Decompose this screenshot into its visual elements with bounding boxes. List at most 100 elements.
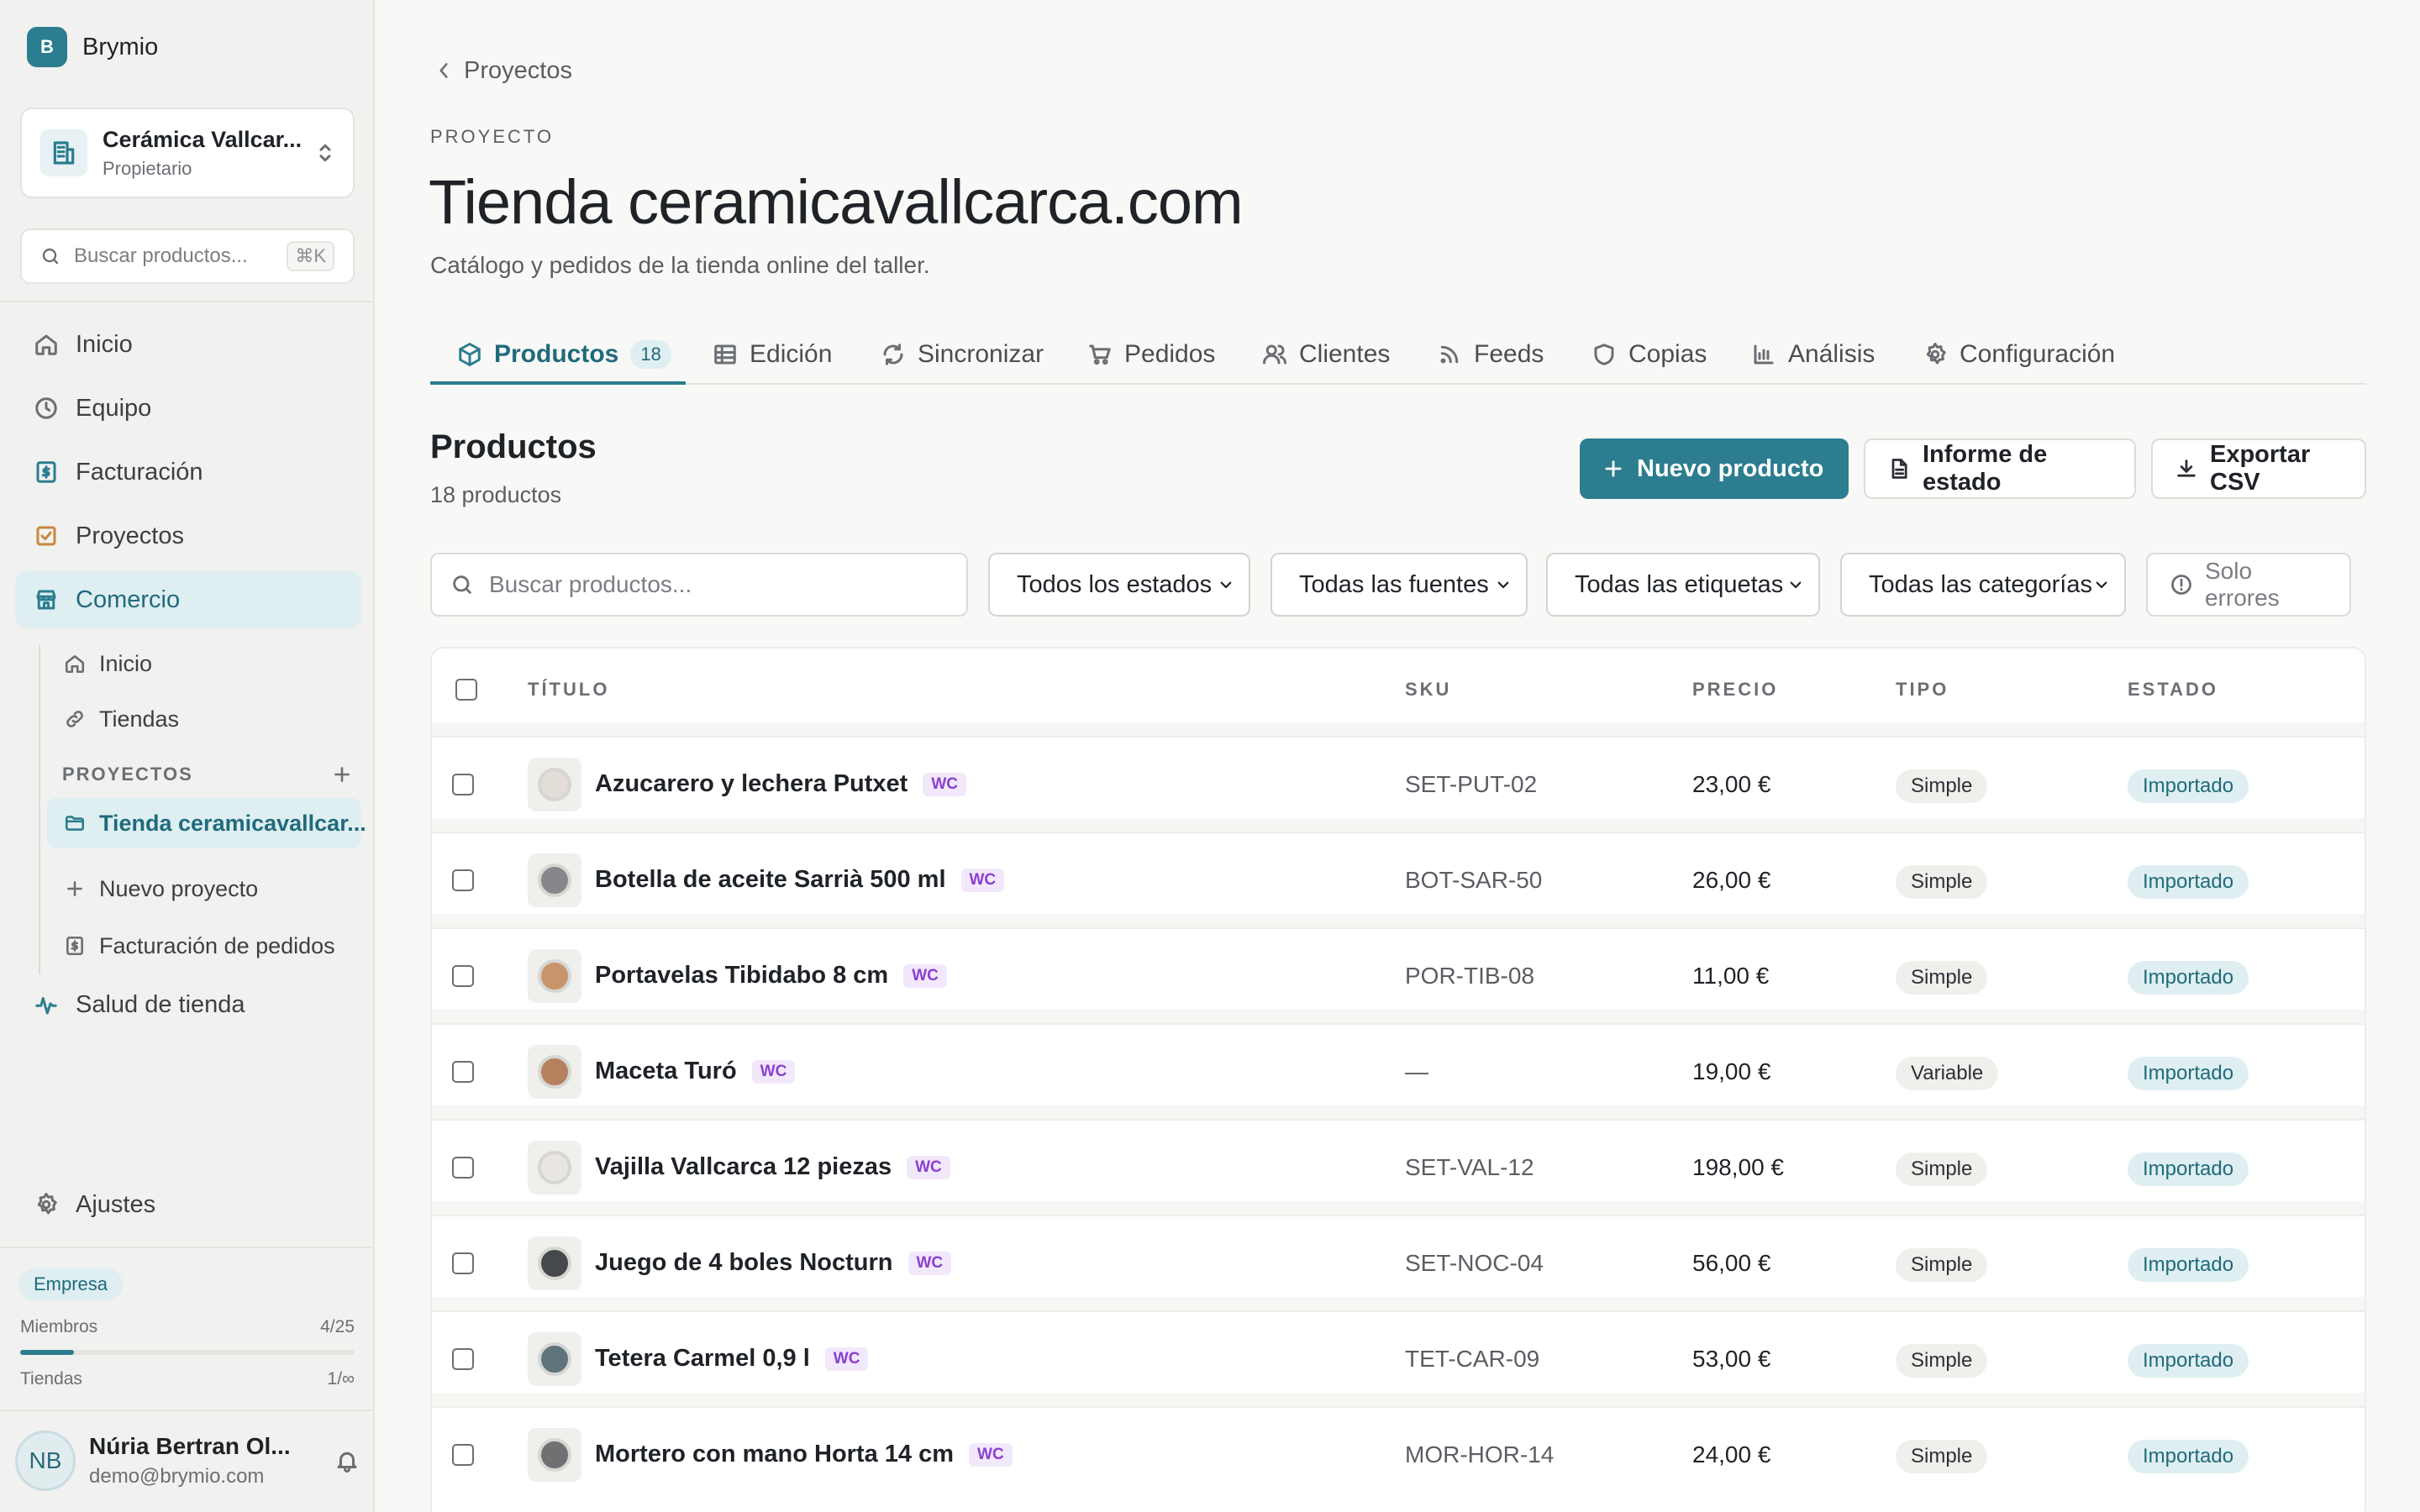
sidebar-search[interactable]: Buscar productos... ⌘K <box>20 228 355 284</box>
product-status-badge: Importado <box>2128 1152 2249 1186</box>
tab-sincronizar[interactable]: Sincronizar <box>881 324 1044 385</box>
tags-filter-select[interactable]: Todas las etiquetas <box>1546 553 1820 617</box>
export-csv-button[interactable]: Exportar CSV <box>2151 438 2366 499</box>
subnav-item-inicio[interactable]: Inicio <box>47 638 361 689</box>
tab-clientes[interactable]: Clientes <box>1262 324 1390 385</box>
table-row[interactable]: Juego de 4 boles Nocturn WC SET-NOC-04 56,0… <box>432 1215 2365 1309</box>
row-checkbox[interactable] <box>452 965 474 987</box>
row-checkbox[interactable] <box>452 1444 474 1466</box>
tab-label: Configuración <box>1960 340 2116 368</box>
nav-item-equipo[interactable]: Equipo <box>15 380 361 437</box>
row-checkbox[interactable] <box>452 1348 474 1370</box>
nav-label: Inicio <box>76 330 133 358</box>
shortcut-hint: ⌘K <box>287 241 334 271</box>
errors-only-toggle[interactable]: Solo errores <box>2146 553 2351 617</box>
stores-value: 1/∞ <box>327 1369 355 1389</box>
source-filter-select[interactable]: Todas las fuentes <box>1270 553 1528 617</box>
row-checkbox[interactable] <box>452 1252 474 1274</box>
source-badge: WC <box>960 869 1005 893</box>
pulse-icon <box>34 992 59 1017</box>
product-type-badge: Simple <box>1896 1152 1988 1186</box>
nav-item-comercio[interactable]: Comercio <box>15 571 361 628</box>
tab-pedidos[interactable]: Pedidos <box>1087 324 1215 385</box>
nav-item-ajustes[interactable]: Ajustes <box>15 1176 361 1233</box>
new-project-item[interactable]: Nuevo proyecto <box>47 864 361 914</box>
table-row[interactable]: Tetera Carmel 0,9 l WC TET-CAR-09 53,00 € Si… <box>432 1310 2365 1404</box>
product-title[interactable]: Vajilla Vallcarca 12 piezas WC <box>595 1153 950 1181</box>
add-project-icon[interactable] <box>331 764 353 785</box>
project-item-tienda[interactable]: Tienda ceramicavallcar... <box>47 798 366 848</box>
select-all-checkbox[interactable] <box>455 679 477 701</box>
product-sku: SET-VAL-12 <box>1405 1154 1534 1180</box>
row-checkbox[interactable] <box>452 774 474 795</box>
order-billing-label: Facturación de pedidos <box>99 932 335 958</box>
product-type-badge: Simple <box>1896 1344 1988 1378</box>
product-title[interactable]: Mortero con mano Horta 14 cm WC <box>595 1441 1013 1468</box>
row-checkbox[interactable] <box>452 869 474 891</box>
tab-edicion[interactable]: Edición <box>713 324 832 385</box>
new-product-button[interactable]: Nuevo producto <box>1580 438 1849 499</box>
row-checkbox[interactable] <box>452 1157 474 1179</box>
nav-item-inicio[interactable]: Inicio <box>15 316 361 373</box>
nav-label: Comercio <box>76 585 181 613</box>
checkbox-icon <box>34 523 59 549</box>
bell-icon[interactable] <box>334 1448 360 1473</box>
row-checkbox[interactable] <box>452 1061 474 1083</box>
chevron-updown-icon <box>316 140 334 165</box>
table-row[interactable]: Mortero con mano Horta 14 cm WC MOR-HOR-14… <box>432 1406 2365 1500</box>
order-billing-item[interactable]: Facturación de pedidos <box>47 921 361 971</box>
product-status-badge: Importado <box>2128 1248 2249 1282</box>
table-row[interactable]: Maceta Turó WC — 19,00 € Variable Importado <box>432 1023 2365 1117</box>
column-header-status[interactable]: ESTADO <box>2128 679 2218 701</box>
brand[interactable]: B Brymio <box>27 27 158 67</box>
table-row[interactable]: Vajilla Vallcarca 12 piezas WC SET-VAL-12 1… <box>432 1119 2365 1213</box>
categories-filter-value: Todas las categorías <box>1869 570 2092 598</box>
shield-icon <box>1591 342 1617 367</box>
column-header-type[interactable]: TIPO <box>1896 679 1949 701</box>
product-price: 11,00 € <box>1692 963 1770 989</box>
product-price: 24,00 € <box>1692 1441 1771 1467</box>
section-title: Productos <box>430 428 597 465</box>
row-separator <box>432 1297 2365 1310</box>
tab-copias[interactable]: Copias <box>1591 324 1707 385</box>
table-row[interactable]: Azucarero y lechera Putxet WC SET-PUT-02 23… <box>432 736 2365 830</box>
product-type-badge: Simple <box>1896 961 1988 995</box>
product-search-input[interactable]: Buscar productos... <box>430 553 968 617</box>
table-row[interactable]: Botella de aceite Sarrià 500 ml WC BOT-SAR… <box>432 832 2365 926</box>
tab-feeds[interactable]: Feeds <box>1437 324 1544 385</box>
status-report-button[interactable]: Informe de estado <box>1864 438 2136 499</box>
subnav-item-tiendas[interactable]: Tiendas <box>47 694 361 744</box>
nav-item-proyectos[interactable]: Proyectos <box>15 507 361 564</box>
product-title[interactable]: Portavelas Tibidabo 8 cm WC <box>595 962 947 990</box>
product-type-badge: Simple <box>1896 769 1988 803</box>
product-title[interactable]: Maceta Turó WC <box>595 1058 796 1085</box>
tab-configuracion[interactable]: Configuración <box>1923 324 2115 385</box>
column-header-title[interactable]: TÍTULO <box>528 679 609 701</box>
tab-label: Pedidos <box>1124 340 1216 368</box>
nav-item-salud[interactable]: Salud de tienda <box>15 976 361 1033</box>
column-header-price[interactable]: PRECIO <box>1692 679 1778 701</box>
folder-icon <box>64 812 86 834</box>
brand-name: Brymio <box>82 33 159 60</box>
user-email: demo@brymio.com <box>89 1465 265 1488</box>
user-profile[interactable]: NB Núria Bertran Ol... demo@brymio.com <box>15 1430 360 1492</box>
product-title[interactable]: Azucarero y lechera Putxet WC <box>595 770 966 798</box>
product-title[interactable]: Botella de aceite Sarrià 500 ml WC <box>595 866 1005 894</box>
categories-filter-select[interactable]: Todas las categorías <box>1840 553 2126 617</box>
product-status-badge: Importado <box>2128 1440 2249 1473</box>
product-type-badge: Simple <box>1896 865 1988 899</box>
product-type-badge: Variable <box>1896 1057 1999 1090</box>
nav-item-facturacion[interactable]: Facturación <box>15 444 361 501</box>
breadcrumb[interactable]: Proyectos <box>435 55 572 86</box>
product-thumbnail <box>528 949 581 1003</box>
tab-productos[interactable]: Productos 18 <box>457 324 671 385</box>
table-row[interactable]: Portavelas Tibidabo 8 cm WC POR-TIB-08 11,0… <box>432 927 2365 1021</box>
source-badge: WC <box>908 1252 952 1276</box>
product-title[interactable]: Tetera Carmel 0,9 l WC <box>595 1345 869 1373</box>
workspace-switcher[interactable]: Cerámica Vallcar... Propietario <box>20 108 355 198</box>
product-title[interactable]: Juego de 4 boles Nocturn WC <box>595 1249 952 1277</box>
status-filter-select[interactable]: Todos los estados <box>988 553 1250 617</box>
column-header-sku[interactable]: SKU <box>1405 679 1451 701</box>
tab-analisis[interactable]: Análisis <box>1751 324 1875 385</box>
product-thumbnail <box>528 853 581 907</box>
